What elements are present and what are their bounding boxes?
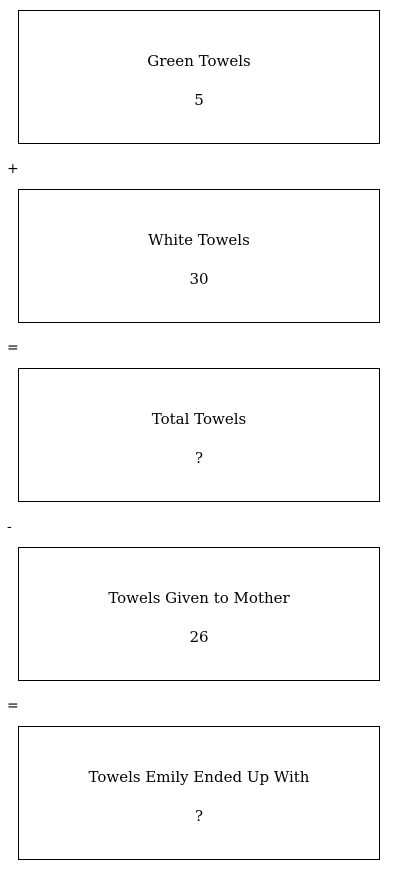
towels-given-label: Towels Given to Mother <box>108 589 290 607</box>
white-towels-label: White Towels <box>148 231 250 249</box>
towels-remaining-label: Towels Emily Ended Up With <box>88 768 310 786</box>
total-towels-box: Total Towels ? <box>18 368 380 502</box>
total-towels-value: ? <box>194 449 204 467</box>
plus-operator: + <box>7 161 19 177</box>
green-towels-label: Green Towels <box>147 52 251 70</box>
total-towels-label: Total Towels <box>151 410 247 428</box>
green-towels-box: Green Towels 5 <box>18 10 380 144</box>
towels-remaining-value: ? <box>194 807 204 825</box>
green-towels-value: 5 <box>194 91 204 109</box>
minus-operator: - <box>7 519 12 535</box>
towels-remaining-box: Towels Emily Ended Up With ? <box>18 726 380 860</box>
equals-operator: = <box>7 340 19 356</box>
white-towels-box: White Towels 30 <box>18 189 380 323</box>
equals-operator: = <box>7 698 19 714</box>
white-towels-value: 30 <box>189 270 209 288</box>
towels-given-value: 26 <box>189 628 209 646</box>
towels-given-box: Towels Given to Mother 26 <box>18 547 380 681</box>
